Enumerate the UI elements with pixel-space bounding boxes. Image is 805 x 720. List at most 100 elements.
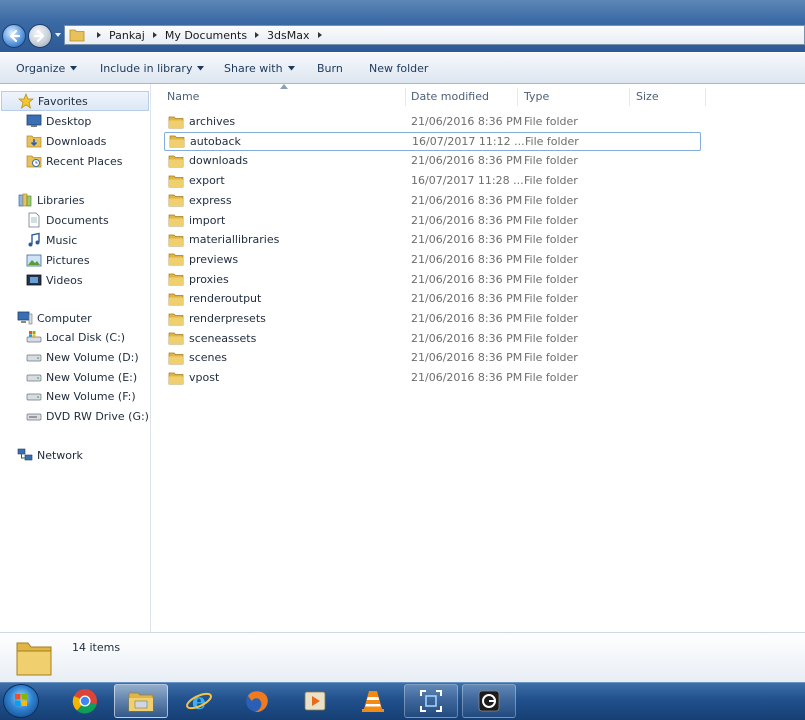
column-header-date-modified[interactable]: Date modified (411, 88, 489, 106)
nav-documents[interactable]: Documents (26, 210, 109, 230)
file-type: File folder (524, 233, 578, 247)
arrow-right-icon (33, 29, 45, 43)
table-row[interactable]: export 16/07/2017 11:28 ... File folder (164, 171, 701, 190)
column-divider[interactable] (629, 88, 630, 106)
table-row[interactable]: proxies 21/06/2016 8:36 PM File folder (164, 270, 701, 289)
taskbar-chrome[interactable] (58, 684, 112, 718)
share-with-button[interactable]: Share with (224, 62, 295, 75)
file-name: previews (189, 252, 239, 266)
taskbar-screen-capture[interactable] (404, 684, 458, 718)
column-header-size[interactable]: Size (636, 88, 659, 106)
libraries-icon (18, 193, 32, 207)
file-date-modified: 21/06/2016 8:36 PM (411, 154, 523, 168)
breadcrumb-separator-icon[interactable] (151, 31, 159, 39)
nav-libraries-label: Libraries (37, 193, 85, 207)
back-button[interactable] (2, 24, 26, 48)
nav-libraries[interactable]: Libraries (17, 190, 85, 210)
folder-icon (168, 194, 184, 207)
chevron-down-icon (70, 66, 78, 71)
breadcrumb-separator-icon[interactable] (316, 31, 324, 39)
nav-music-label: Music (46, 233, 78, 247)
nav-volume-f-label: New Volume (F:) (46, 389, 136, 403)
address-bar[interactable]: Pankaj My Documents 3dsMax (64, 25, 805, 45)
nav-videos[interactable]: Videos (26, 270, 83, 290)
column-divider[interactable] (705, 88, 706, 106)
file-date-modified: 16/07/2017 11:12 ... (412, 134, 525, 148)
table-row[interactable]: archives 21/06/2016 8:36 PM File folder (164, 112, 701, 131)
column-divider[interactable] (405, 88, 406, 106)
nav-volume-f[interactable]: New Volume (F:) (26, 386, 136, 406)
column-divider[interactable] (517, 88, 518, 106)
table-row[interactable]: downloads 21/06/2016 8:36 PM File folder (164, 151, 701, 170)
table-row[interactable]: sceneassets 21/06/2016 8:36 PM File folder (164, 329, 701, 348)
taskbar-firefox[interactable] (230, 684, 284, 718)
table-row[interactable]: express 21/06/2016 8:36 PM File folder (164, 191, 701, 210)
nav-computer[interactable]: Computer (17, 308, 92, 328)
table-row[interactable]: import 21/06/2016 8:36 PM File folder (164, 211, 701, 230)
nav-volume-d[interactable]: New Volume (D:) (26, 347, 139, 367)
nav-music[interactable]: Music (26, 230, 77, 250)
nav-volume-e[interactable]: New Volume (E:) (26, 367, 137, 387)
nav-recent-places[interactable]: Recent Places (26, 151, 123, 171)
table-row[interactable]: scenes 21/06/2016 8:36 PM File folder (164, 348, 701, 367)
file-name: autoback (190, 134, 241, 148)
file-date-modified: 21/06/2016 8:36 PM (411, 115, 523, 128)
arrow-left-icon (9, 29, 21, 43)
nav-local-disk-c[interactable]: Local Disk (C:) (26, 327, 125, 347)
taskbar-vlc[interactable] (346, 684, 400, 718)
table-row[interactable]: renderoutput 21/06/2016 8:36 PM File folde… (164, 289, 701, 308)
file-name: proxies (189, 272, 229, 286)
table-row[interactable]: previews 21/06/2016 8:36 PM File folder (164, 250, 701, 269)
nav-pictures-label: Pictures (46, 253, 90, 267)
file-type: File folder (524, 331, 578, 345)
nav-dvd-drive-g[interactable]: DVD RW Drive (G:) M (26, 406, 149, 426)
nav-pictures[interactable]: Pictures (26, 250, 90, 270)
breadcrumb-3dsmax[interactable]: 3dsMax (267, 29, 309, 42)
system-drive-icon (26, 331, 42, 343)
organize-button[interactable]: Organize (16, 62, 78, 75)
start-button[interactable] (3, 684, 39, 718)
nav-favorites-label: Favorites (38, 94, 88, 108)
nav-documents-label: Documents (46, 213, 109, 227)
file-name: export (189, 174, 225, 188)
breadcrumb-my-documents[interactable]: My Documents (165, 29, 247, 42)
burn-button[interactable]: Burn (317, 62, 343, 75)
taskbar-media-player[interactable] (288, 684, 342, 718)
nav-downloads[interactable]: Downloads (26, 131, 106, 151)
table-row[interactable]: materiallibraries 21/06/2016 8:36 PM File … (164, 230, 701, 249)
nav-network[interactable]: Network (17, 445, 83, 465)
taskbar-explorer[interactable] (114, 684, 168, 718)
folder-icon (168, 116, 184, 128)
computer-icon (17, 311, 33, 325)
breadcrumb-separator-icon[interactable] (253, 31, 261, 39)
nav-desktop-label: Desktop (46, 114, 92, 128)
table-row[interactable]: renderpresets 21/06/2016 8:36 PM File fold… (164, 309, 701, 328)
star-icon (18, 93, 34, 109)
file-name: scenes (189, 351, 228, 365)
nav-desktop[interactable]: Desktop (26, 111, 91, 131)
taskbar-app[interactable] (462, 684, 516, 718)
hard-drive-icon (26, 354, 42, 362)
new-folder-button[interactable]: New folder (369, 62, 428, 75)
forward-button[interactable] (28, 24, 52, 48)
table-row[interactable]: vpost 21/06/2016 8:36 PM File folder (164, 368, 701, 387)
file-date-modified: 21/06/2016 8:36 PM (411, 371, 523, 385)
table-row[interactable]: autoback 16/07/2017 11:12 ... File folder (164, 131, 701, 151)
column-header-type[interactable]: Type (524, 88, 549, 106)
include-in-library-button[interactable]: Include in library (100, 62, 205, 75)
breadcrumb-separator-icon[interactable] (95, 31, 103, 39)
breadcrumb-pankaj[interactable]: Pankaj (109, 29, 145, 42)
capture-icon (420, 690, 442, 712)
file-name: express (189, 193, 232, 207)
hard-drive-icon (26, 374, 42, 382)
file-date-modified: 21/06/2016 8:36 PM (411, 292, 523, 306)
taskbar-internet-explorer[interactable]: e (172, 684, 226, 718)
column-header-name[interactable]: Name (167, 88, 199, 106)
file-type: File folder (524, 312, 578, 325)
nav-dvd-drive-g-label: DVD RW Drive (G:) M (46, 409, 149, 423)
nav-favorites[interactable]: Favorites (1, 91, 149, 111)
file-name: import (189, 213, 226, 227)
media-player-icon (304, 691, 326, 711)
file-type: File folder (524, 351, 578, 365)
recent-pages-dropdown[interactable] (54, 31, 62, 39)
